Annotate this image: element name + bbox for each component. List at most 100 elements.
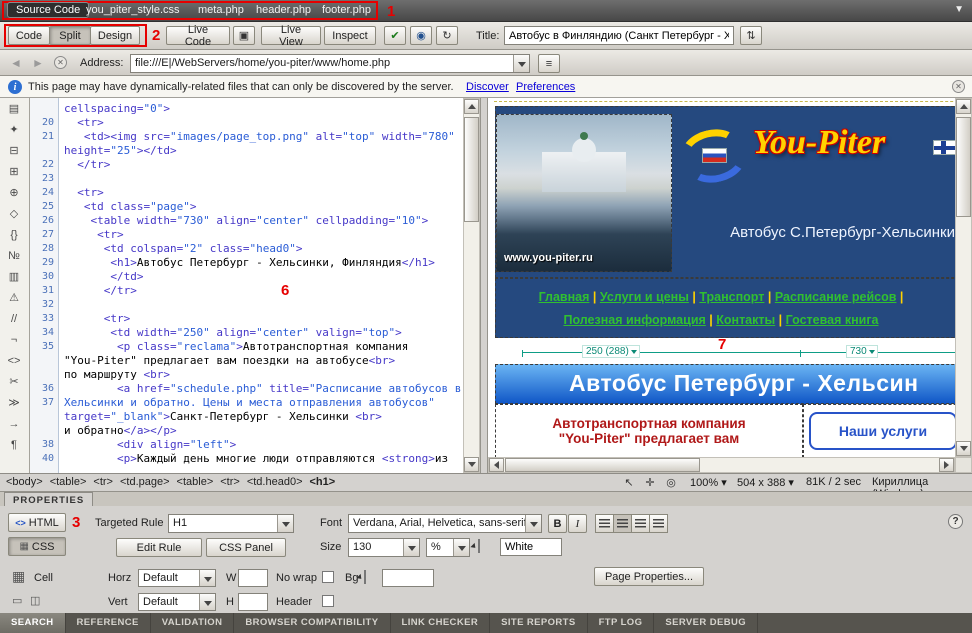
bold-button[interactable]: B <box>548 514 567 533</box>
apply-comment-icon[interactable]: // <box>0 308 28 329</box>
code-line[interactable]: и обратно</a></p> <box>30 424 463 438</box>
collapse-selection-icon[interactable]: ⊞ <box>0 161 28 182</box>
tab-search[interactable]: SEARCH <box>0 613 66 633</box>
code-line[interactable]: 33 <tr> <box>30 312 463 326</box>
design-scroll-down-icon[interactable] <box>956 441 971 456</box>
recent-snippets-icon[interactable]: ✂ <box>0 371 28 392</box>
column-width-menu-left[interactable]: 250 (288) <box>582 345 640 358</box>
related-file-stylesheet[interactable]: you_piter_style.css <box>86 4 180 16</box>
code-line[interactable]: 26 <table width="730" align="center" cel… <box>30 214 463 228</box>
design-scroll-up-icon[interactable] <box>956 99 971 114</box>
text-color-swatch[interactable] <box>478 539 480 553</box>
font-select[interactable]: Verdana, Arial, Helvetica, sans-serif <box>348 514 542 533</box>
tag-table-2[interactable]: <table> <box>177 476 214 488</box>
css-panel-button[interactable]: CSS Panel <box>206 538 286 557</box>
zoom-level-select[interactable]: 100% ▾ <box>690 476 727 489</box>
scroll-down-icon[interactable] <box>464 457 479 472</box>
tab-browser-compatibility[interactable]: BROWSER COMPATIBILITY <box>234 613 390 633</box>
design-scroll-left-icon[interactable] <box>489 458 504 472</box>
preferences-link[interactable]: Preferences <box>516 81 575 93</box>
preview-in-browser-icon[interactable]: ◉ <box>410 26 432 45</box>
select-parent-tag-icon[interactable]: ◇ <box>0 203 28 224</box>
code-line[interactable]: 24 <tr> <box>30 186 463 200</box>
hand-tool-icon[interactable]: ✛ <box>641 475 659 490</box>
code-line[interactable]: 20 <tr> <box>30 116 463 130</box>
code-line[interactable]: 32 <box>30 298 463 312</box>
code-line[interactable]: 22 </tr> <box>30 158 463 172</box>
bg-color-swatch[interactable] <box>364 570 366 584</box>
css-mode-button[interactable]: ▦CSS <box>8 537 66 556</box>
code-line[interactable]: по маршруту <br> <box>30 368 463 382</box>
unit-dropdown-icon[interactable] <box>453 539 469 556</box>
window-size-select[interactable]: 504 x 388 ▾ <box>737 476 794 489</box>
split-cell-icon[interactable]: ◫ <box>30 594 40 607</box>
nav-link[interactable]: Транспорт <box>699 290 764 304</box>
wrap-tag-icon[interactable]: <> <box>0 350 28 371</box>
targeted-rule-select[interactable]: H1 <box>168 514 294 533</box>
live-view-options-icon[interactable]: ≡ <box>538 54 560 73</box>
move-css-icon[interactable]: ≫ <box>0 392 28 413</box>
vert-align-select[interactable]: Default <box>138 593 216 611</box>
code-line[interactable]: "You-Piter" предлагает вам поездки на ав… <box>30 354 463 368</box>
code-scrollbar-thumb[interactable] <box>464 117 479 222</box>
align-right-button[interactable] <box>631 514 650 533</box>
tag-body[interactable]: <body> <box>6 476 43 488</box>
html-mode-button[interactable]: <>HTML <box>8 513 66 532</box>
highlight-invalid-code-icon[interactable]: ▥ <box>0 266 28 287</box>
code-line[interactable]: 36 <a href="schedule.php" title="Расписа… <box>30 382 463 396</box>
tab-link-checker[interactable]: LINK CHECKER <box>391 613 491 633</box>
size-select[interactable]: 130 <box>348 538 420 557</box>
code-line[interactable]: 38 <div align="left"> <box>30 438 463 452</box>
tab-site-reports[interactable]: SITE REPORTS <box>490 613 587 633</box>
file-management-icon[interactable]: ⇅ <box>740 26 762 45</box>
code-line[interactable]: 27 <tr> <box>30 228 463 242</box>
nav-link[interactable]: Главная <box>539 290 590 304</box>
open-documents-icon[interactable]: ▤ <box>0 98 28 119</box>
live-view-button[interactable]: Live View <box>261 26 321 45</box>
horz-align-select[interactable]: Default <box>138 569 216 587</box>
color-value-input[interactable] <box>500 538 562 556</box>
merge-cells-icon[interactable]: ▭ <box>12 594 22 607</box>
related-file-footer[interactable]: footer.php <box>322 4 371 16</box>
cell-width-input[interactable] <box>238 569 268 587</box>
check-browser-compatibility-icon[interactable]: ✔ <box>384 26 406 45</box>
align-left-button[interactable] <box>595 514 614 533</box>
code-view[interactable]: cellspacing="0">20 <tr>21 <td><img src="… <box>30 98 463 473</box>
code-line[interactable]: target="_blank">Санкт-Петербург - Хельси… <box>30 410 463 424</box>
discover-link[interactable]: Discover <box>466 81 509 93</box>
font-dropdown-icon[interactable] <box>525 515 541 532</box>
related-file-header[interactable]: header.php <box>256 4 311 16</box>
zoom-tool-icon[interactable]: ◎ <box>662 475 680 490</box>
pane-splitter[interactable] <box>480 98 488 473</box>
code-line[interactable]: 40 <p>Каждый день многие люди отправляют… <box>30 452 463 466</box>
inspect-button[interactable]: Inspect <box>324 26 376 45</box>
nav-link[interactable]: Контакты <box>716 313 775 327</box>
collapse-full-tag-icon[interactable]: ⊟ <box>0 140 28 161</box>
tag-tr-2[interactable]: <tr> <box>220 476 240 488</box>
design-v-scrollbar-thumb[interactable] <box>956 117 971 217</box>
tab-reference[interactable]: REFERENCE <box>66 613 151 633</box>
code-view-button[interactable]: Code <box>8 26 50 45</box>
remove-comment-icon[interactable]: ¬ <box>0 329 28 350</box>
live-code-button[interactable]: Live Code <box>166 26 230 45</box>
code-line[interactable]: 23 <box>30 172 463 186</box>
nav-link[interactable]: Расписание рейсов <box>775 290 897 304</box>
filter-icon[interactable]: ▼ <box>954 4 964 15</box>
code-line[interactable]: 31 </tr> <box>30 284 463 298</box>
align-center-button[interactable] <box>613 514 632 533</box>
design-h-scrollbar[interactable] <box>488 457 955 473</box>
close-info-bar-icon[interactable]: ✕ <box>952 80 965 93</box>
size-unit-select[interactable]: % <box>426 538 470 557</box>
code-line[interactable]: height="25"></td> <box>30 144 463 158</box>
design-v-scrollbar[interactable] <box>955 98 972 457</box>
select-tool-icon[interactable]: ↖ <box>620 475 638 490</box>
vert-dropdown-icon[interactable] <box>199 594 215 610</box>
code-line[interactable]: 28 <td colspan="2" class="head0"> <box>30 242 463 256</box>
no-wrap-checkbox[interactable] <box>322 571 334 583</box>
header-checkbox[interactable] <box>322 595 334 607</box>
bg-value-input[interactable] <box>382 569 434 587</box>
address-dropdown-icon[interactable] <box>513 55 529 72</box>
edit-rule-button[interactable]: Edit Rule <box>116 538 202 557</box>
related-file-meta[interactable]: meta.php <box>198 4 244 16</box>
refresh-icon[interactable]: ↻ <box>436 26 458 45</box>
